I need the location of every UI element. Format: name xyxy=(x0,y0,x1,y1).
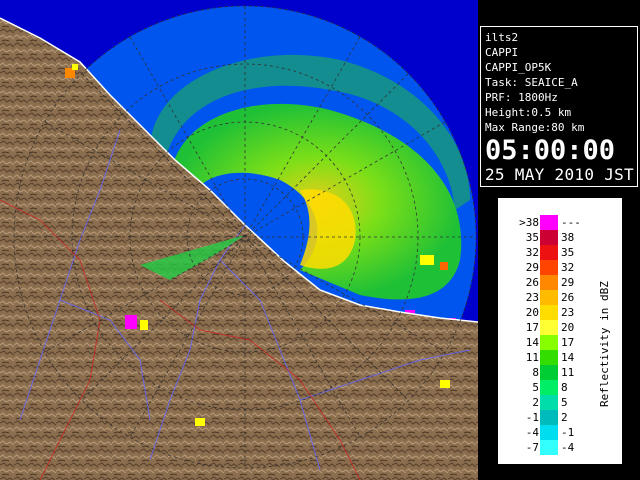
legend-color-swatch xyxy=(540,395,558,410)
legend-color-swatch xyxy=(540,275,558,290)
legend-low-value: 11 xyxy=(525,351,539,364)
reflectivity-legend: >38 --- 35 38 32 35 29 32 26 29 23 26 20 23 17 20 14 17 11… xyxy=(498,198,622,464)
legend-row: -7 -4 xyxy=(499,440,599,455)
max-range-value: Max Range:80 km xyxy=(485,121,585,134)
legend-row: 35 38 xyxy=(499,230,599,245)
legend-row: 25 xyxy=(499,395,599,410)
legend-color-swatch xyxy=(540,245,558,260)
legend-color-swatch xyxy=(540,305,558,320)
legend-color-swatch xyxy=(540,230,558,245)
legend-high-value: 29 xyxy=(561,276,575,289)
legend-low-value: 20 xyxy=(525,306,539,319)
legend-row: 11 14 xyxy=(499,350,599,365)
legend-high-value: -4 xyxy=(561,441,575,454)
legend-row: -1 2 xyxy=(499,410,599,425)
height-value: Height:0.5 km xyxy=(485,106,572,119)
prf-value: PRF: 1800Hz xyxy=(485,91,558,104)
legend-row: >38 --- xyxy=(499,215,599,230)
legend-low-value: >38 xyxy=(519,216,539,229)
info-panel: ilts2 CAPPI CAPPI_OP5K Task: SEAICE_A PR… xyxy=(480,26,638,187)
legend-low-value: 32 xyxy=(525,246,539,259)
observation-time: 05:00:00 xyxy=(485,135,616,166)
legend-high-value: --- xyxy=(561,216,581,229)
legend-color-swatch xyxy=(540,425,558,440)
legend-high-value: 38 xyxy=(561,231,575,244)
legend-high-value: 26 xyxy=(561,291,575,304)
legend-high-value: 35 xyxy=(561,246,575,259)
legend-low-value: -4 xyxy=(525,426,539,439)
legend-color-swatch xyxy=(540,335,558,350)
legend-low-value: 23 xyxy=(525,291,539,304)
legend-color-swatch xyxy=(540,380,558,395)
legend-high-value: 32 xyxy=(561,261,575,274)
legend-color-swatch xyxy=(540,440,558,455)
legend-row: 23 26 xyxy=(499,290,599,305)
legend-high-value: 23 xyxy=(561,306,575,319)
legend-low-value: 26 xyxy=(525,276,539,289)
legend-low-value: 8 xyxy=(532,366,539,379)
legend-low-value: 29 xyxy=(525,261,539,274)
legend-high-value: 2 xyxy=(561,411,568,424)
task-name: Task: SEAICE_A xyxy=(485,76,578,89)
legend-row: -4 -1 xyxy=(499,425,599,440)
legend-low-value: 35 xyxy=(525,231,539,244)
legend-low-value: 5 xyxy=(532,381,539,394)
legend-row: 26 29 xyxy=(499,275,599,290)
legend-axis-label: Reflectivity in dBZ xyxy=(598,281,611,407)
legend-color-swatch xyxy=(540,350,558,365)
legend-high-value: 17 xyxy=(561,336,575,349)
legend-low-value: -7 xyxy=(525,441,539,454)
legend-color-swatch xyxy=(540,320,558,335)
observation-date: 25 MAY 2010 JST xyxy=(485,165,634,184)
legend-color-swatch xyxy=(540,410,558,425)
legend-row: 32 35 xyxy=(499,245,599,260)
product-name: CAPPI xyxy=(485,46,519,59)
legend-color-swatch xyxy=(540,260,558,275)
product-code: CAPPI_OP5K xyxy=(485,61,552,74)
radar-map xyxy=(0,0,478,480)
legend-color-swatch xyxy=(540,290,558,305)
legend-color-swatch xyxy=(540,365,558,380)
legend-low-value: 14 xyxy=(525,336,539,349)
station-name: ilts2 xyxy=(485,31,519,44)
legend-high-value: -1 xyxy=(561,426,575,439)
legend-row: 17 20 xyxy=(499,320,599,335)
legend-high-value: 5 xyxy=(561,396,568,409)
legend-row: 20 23 xyxy=(499,305,599,320)
legend-low-value: 17 xyxy=(525,321,539,334)
legend-row: 8 11 xyxy=(499,365,599,380)
legend-high-value: 20 xyxy=(561,321,575,334)
legend-row: 58 xyxy=(499,380,599,395)
legend-high-value: 14 xyxy=(561,351,575,364)
legend-color-swatch xyxy=(540,215,558,230)
legend-low-value: -1 xyxy=(525,411,539,424)
legend-row: 29 32 xyxy=(499,260,599,275)
legend-high-value: 11 xyxy=(561,366,575,379)
legend-high-value: 8 xyxy=(561,381,568,394)
legend-low-value: 2 xyxy=(532,396,539,409)
legend-row: 14 17 xyxy=(499,335,599,350)
